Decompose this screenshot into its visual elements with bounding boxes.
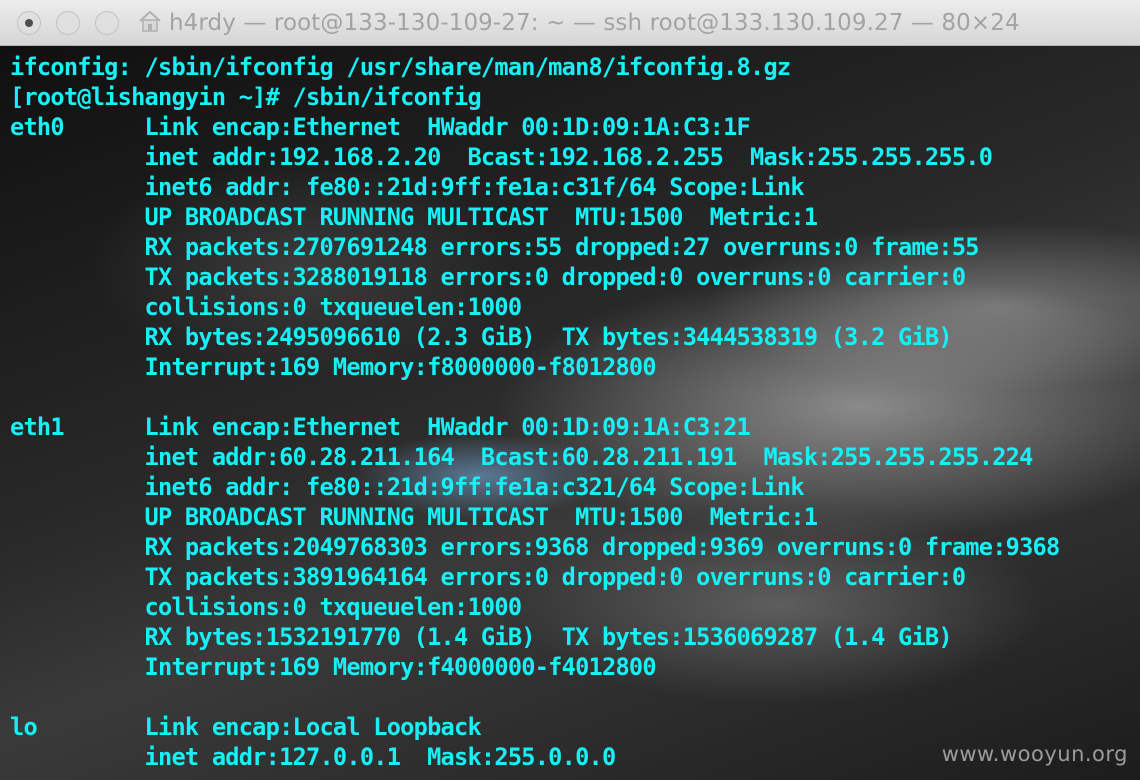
- close-button[interactable]: [17, 11, 41, 35]
- terminal-line: Interrupt:169 Memory:f8000000-f8012800: [10, 353, 657, 381]
- terminal-line: collisions:0 txqueuelen:1000: [10, 293, 523, 321]
- terminal-line: collisions:0 txqueuelen:1000: [10, 593, 523, 621]
- terminal-line: inet6 addr: fe80::21d:9ff:fe1a:c31f/64 S…: [10, 173, 805, 201]
- terminal-line: ifconfig: /sbin/ifconfig /usr/share/man/…: [10, 53, 791, 81]
- terminal-line: RX bytes:2495096610 (2.3 GiB) TX bytes:3…: [10, 323, 953, 351]
- zoom-button[interactable]: [95, 11, 119, 35]
- terminal-line: inet addr:127.0.0.1 Mask:255.0.0.0: [10, 743, 617, 771]
- terminal-line: eth0 Link encap:Ethernet HWaddr 00:1D:09…: [10, 113, 751, 141]
- terminal-line: TX packets:3288019118 errors:0 dropped:0…: [10, 263, 967, 291]
- terminal-line: inet addr:60.28.211.164 Bcast:60.28.211.…: [10, 443, 1034, 471]
- terminal-output[interactable]: ifconfig: /sbin/ifconfig /usr/share/man/…: [0, 46, 1140, 780]
- terminal-lines: ifconfig: /sbin/ifconfig /usr/share/man/…: [10, 52, 1061, 772]
- terminal-line: lo Link encap:Local Loopback: [10, 713, 482, 741]
- terminal-line: [root@lishangyin ~]# /sbin/ifconfig: [10, 83, 482, 111]
- watermark: www.wooyun.org: [941, 742, 1128, 766]
- terminal-line: RX bytes:1532191770 (1.4 GiB) TX bytes:1…: [10, 623, 953, 651]
- terminal-line: inet addr:192.168.2.20 Bcast:192.168.2.2…: [10, 143, 993, 171]
- terminal-window: h4rdy — root@133-130-109-27: ~ — ssh roo…: [0, 0, 1140, 780]
- terminal-line: UP BROADCAST RUNNING MULTICAST MTU:1500 …: [10, 503, 819, 531]
- terminal-line: RX packets:2049768303 errors:9368 droppe…: [10, 533, 1061, 561]
- window-title-text: h4rdy — root@133-130-109-27: ~ — ssh roo…: [169, 10, 1020, 36]
- terminal-line: TX packets:3891964164 errors:0 dropped:0…: [10, 563, 967, 591]
- terminal-line: inet6 addr: fe80::21d:9ff:fe1a:c321/64 S…: [10, 473, 805, 501]
- title-bar[interactable]: h4rdy — root@133-130-109-27: ~ — ssh roo…: [0, 0, 1140, 46]
- terminal-line: UP BROADCAST RUNNING MULTICAST MTU:1500 …: [10, 203, 819, 231]
- home-icon: [137, 9, 163, 33]
- window-title: h4rdy — root@133-130-109-27: ~ — ssh roo…: [137, 0, 1020, 46]
- terminal-line: RX packets:2707691248 errors:55 dropped:…: [10, 233, 980, 261]
- minimize-button[interactable]: [56, 11, 80, 35]
- terminal-line: Interrupt:169 Memory:f4000000-f4012800: [10, 653, 657, 681]
- terminal-line: eth1 Link encap:Ethernet HWaddr 00:1D:09…: [10, 413, 751, 441]
